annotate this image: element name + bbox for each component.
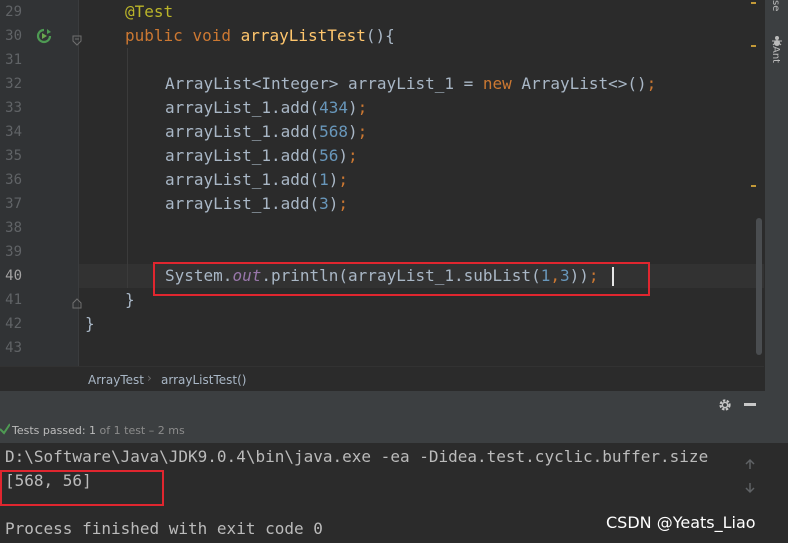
line-number: 42	[5, 316, 22, 332]
line-number: 43	[5, 340, 22, 356]
check-icon	[0, 423, 11, 435]
code-token: ArrayList<Integer> arrayList_1 =	[165, 74, 483, 93]
line-number: 36	[5, 172, 22, 188]
code-line-33: arrayList_1.add(434);	[165, 96, 367, 120]
code-token: ;	[357, 98, 368, 117]
highlight-box-code	[153, 262, 650, 296]
code-line-34: arrayList_1.add(568);	[165, 120, 367, 144]
line-number: 30	[5, 28, 22, 44]
breadcrumb-class[interactable]: ArrayTest	[88, 373, 144, 387]
line-number: 33	[5, 100, 22, 116]
tool-tab-ant[interactable]: Ant	[770, 46, 781, 63]
status-count: 1	[89, 424, 97, 437]
code-token: }	[85, 314, 95, 333]
code-token: arrayList_1.add(	[165, 194, 320, 213]
code-line-37: arrayList_1.add(3);	[165, 192, 348, 216]
code-token: arrayList_1.add(	[165, 98, 320, 117]
code-line-42: }	[85, 312, 95, 336]
line-number: 37	[5, 196, 22, 212]
run-toolbar	[0, 393, 788, 417]
code-token: 568	[319, 122, 349, 141]
line-number: 29	[5, 4, 22, 20]
gutter-separator	[78, 0, 79, 366]
test-status-text: Tests passed: 1 of 1 test – 2 ms	[12, 424, 185, 437]
line-number: 31	[5, 52, 22, 68]
console-command-line: D:\Software\Java\JDK9.0.4\bin\java.exe -…	[5, 447, 709, 466]
code-token: ;	[338, 194, 349, 213]
fold-open-icon[interactable]	[72, 31, 82, 46]
code-line-32: ArrayList<Integer> arrayList_1 = new Arr…	[165, 72, 656, 96]
code-token: arrayListTest	[240, 26, 366, 45]
status-prefix: Tests passed:	[12, 424, 86, 437]
right-tool-strip: se Ant	[764, 0, 788, 391]
breadcrumb-separator: ›	[147, 371, 152, 385]
line-number: 35	[5, 148, 22, 164]
code-line-41: }	[125, 288, 135, 312]
code-token: }	[125, 290, 135, 309]
code-token: )	[328, 194, 339, 213]
breadcrumb-method[interactable]: arrayListTest()	[161, 373, 246, 387]
code-token: ;	[357, 122, 368, 141]
error-stripe-marker	[751, 45, 756, 47]
code-line-30: public void arrayListTest(){	[125, 24, 395, 48]
code-line-36: arrayList_1.add(1);	[165, 168, 348, 192]
code-token: )	[348, 122, 358, 141]
code-editor[interactable]: 29 30 31 32 33 34 35 36 37 38 39 40 41 4…	[0, 0, 764, 366]
code-token: ;	[348, 146, 358, 165]
run-test-icon[interactable]	[36, 28, 52, 44]
line-number: 41	[5, 292, 22, 308]
scroll-up-icon[interactable]	[744, 455, 756, 469]
watermark: CSDN @Yeats_Liao	[606, 513, 756, 532]
code-line-29: @Test	[125, 0, 173, 24]
editor-scrollbar[interactable]	[756, 218, 762, 355]
line-number: 34	[5, 124, 22, 140]
ant-icon[interactable]	[771, 32, 783, 46]
code-token: public	[125, 26, 193, 45]
line-number: 32	[5, 76, 22, 92]
code-token: 3	[319, 194, 329, 213]
code-token: arrayList_1.add(	[165, 170, 320, 189]
code-token: )	[328, 170, 339, 189]
minimize-icon[interactable]	[744, 403, 756, 406]
code-token: 1	[319, 170, 329, 189]
code-token: ArrayList<>()	[521, 74, 647, 93]
code-token: ;	[338, 170, 349, 189]
fold-close-icon[interactable]	[72, 294, 82, 309]
code-token: ;	[646, 74, 657, 93]
line-number-current: 40	[5, 268, 22, 284]
code-token: (){	[365, 26, 395, 45]
code-line-35: arrayList_1.add(56);	[165, 144, 358, 168]
code-token: 434	[319, 98, 349, 117]
error-stripe-marker	[751, 185, 756, 187]
code-token: 56	[319, 146, 339, 165]
console-exit-line: Process finished with exit code 0	[5, 519, 323, 538]
gear-icon[interactable]	[718, 397, 732, 411]
code-token: arrayList_1.add(	[165, 122, 320, 141]
code-token: arrayList_1.add(	[165, 146, 320, 165]
code-token: )	[348, 98, 358, 117]
scroll-down-icon[interactable]	[744, 479, 756, 494]
highlight-box-output	[0, 470, 164, 506]
code-token: @Test	[125, 2, 174, 21]
code-token: void	[192, 26, 241, 45]
line-number: 38	[5, 220, 22, 236]
error-stripe-marker	[751, 2, 756, 4]
line-number: 39	[5, 244, 22, 260]
test-status-bar: Tests passed: 1 of 1 test – 2 ms	[0, 417, 788, 443]
status-detail: of 1 test – 2 ms	[99, 424, 185, 437]
indent-guide	[127, 48, 128, 288]
code-token: new	[482, 74, 522, 93]
breadcrumb: ArrayTest › arrayListTest()	[0, 366, 764, 392]
code-token: )	[338, 146, 349, 165]
tool-tab-top[interactable]: se	[770, 0, 781, 11]
